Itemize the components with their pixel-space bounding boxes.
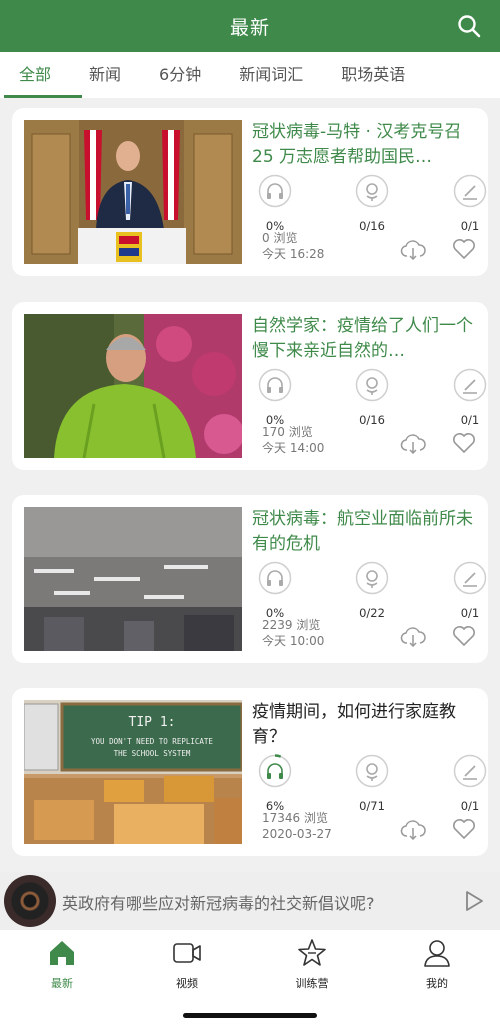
article-meta: 170 浏览 今天 14:00 — [262, 424, 324, 456]
tab-6-minute[interactable]: 6分钟 — [140, 52, 220, 98]
now-playing-title[interactable]: 英政府有哪些应对新冠病毒的社交新倡议呢? — [62, 890, 375, 914]
article-stats: 0% 0/16 0/1 — [252, 174, 487, 234]
tab-all[interactable]: 全部 — [0, 52, 83, 98]
article-title[interactable]: 疫情期间，如何进行家庭教育？ — [252, 700, 478, 750]
heart-icon[interactable] — [452, 432, 476, 454]
search-icon[interactable] — [456, 13, 482, 39]
top-bar: 最新 — [0, 0, 500, 52]
thumb-chalk-title: TIP 1: — [129, 715, 176, 730]
listen-stat[interactable]: 0% — [245, 368, 305, 427]
view-count: 17346 浏览 — [262, 811, 328, 825]
article-meta: 2239 浏览 今天 10:00 — [262, 617, 324, 649]
star-icon — [298, 939, 326, 966]
nav-label: 最新 — [51, 977, 73, 990]
quiz-progress: 0/1 — [460, 799, 480, 813]
person-icon — [424, 940, 450, 967]
page-title: 最新 — [229, 16, 270, 39]
article-stats: 0% 0/22 0/1 — [252, 561, 487, 621]
tab-news[interactable]: 新闻 — [70, 52, 140, 98]
article-thumbnail — [24, 314, 242, 458]
view-count: 0 浏览 — [262, 231, 298, 245]
headphones-icon — [258, 754, 292, 788]
thumb-chalk-line: YOU DON'T NEED TO REPLICATE — [91, 737, 213, 746]
speak-progress: 0/71 — [359, 799, 385, 813]
tab-workplace-english[interactable]: 职场英语 — [322, 52, 424, 98]
nav-label: 视频 — [176, 977, 198, 990]
quiz-pen-icon — [453, 754, 487, 788]
nav-video[interactable]: 视频 — [137, 938, 237, 991]
nav-label: 训练营 — [295, 977, 329, 990]
nav-latest[interactable]: 最新 — [12, 938, 112, 991]
quiz-progress: 0/1 — [460, 606, 480, 620]
quiz-pen-icon — [453, 368, 487, 402]
nav-training-camp[interactable]: 训练营 — [262, 938, 362, 991]
quiz-pen-icon — [453, 174, 487, 208]
article-card[interactable]: 冠状病毒：航空业面临前所未有的危机 0% 0/22 0/1 2239 浏览 今天… — [12, 495, 488, 663]
article-thumbnail: TIP 1: YOU DON'T NEED TO REPLICATE THE S… — [24, 700, 242, 844]
category-tabs: 全部 新闻 6分钟 新闻词汇 职场英语 — [0, 52, 500, 98]
quiz-stat[interactable]: 0/1 — [440, 174, 500, 233]
article-card[interactable]: 自然学家：疫情给了人们一个慢下来亲近自然的… 0% 0/16 0/1 170 浏… — [12, 302, 488, 470]
speaking-icon — [355, 174, 389, 208]
heart-icon[interactable] — [452, 818, 476, 840]
download-icon[interactable] — [400, 240, 426, 260]
album-disc[interactable] — [4, 875, 56, 927]
home-indicator[interactable] — [183, 1013, 317, 1018]
download-icon[interactable] — [400, 820, 426, 840]
speaking-icon — [355, 561, 389, 595]
quiz-stat[interactable]: 0/1 — [440, 368, 500, 427]
video-icon — [173, 943, 201, 963]
tab-news-vocab[interactable]: 新闻词汇 — [220, 52, 322, 98]
quiz-stat[interactable]: 0/1 — [440, 754, 500, 813]
heart-icon[interactable] — [452, 625, 476, 647]
article-meta: 0 浏览 今天 16:28 — [262, 230, 324, 262]
speaking-icon — [355, 368, 389, 402]
listen-stat[interactable]: 0% — [245, 561, 305, 620]
article-stats: 0% 0/16 0/1 — [252, 368, 487, 428]
article-title[interactable]: 冠状病毒：航空业面临前所未有的危机 — [252, 507, 478, 557]
publish-date: 今天 14:00 — [262, 441, 325, 455]
quiz-progress: 0/1 — [460, 219, 480, 233]
article-title[interactable]: 自然学家：疫情给了人们一个慢下来亲近自然的… — [252, 314, 478, 364]
article-stats: 6% 0/71 0/1 — [252, 754, 487, 814]
article-thumbnail — [24, 507, 242, 651]
mini-player[interactable]: 英政府有哪些应对新冠病毒的社交新倡议呢? — [0, 872, 500, 930]
quiz-stat[interactable]: 0/1 — [440, 561, 500, 620]
listen-stat[interactable]: 0% — [245, 174, 305, 233]
publish-date: 今天 10:00 — [262, 634, 325, 648]
view-count: 2239 浏览 — [262, 618, 321, 632]
article-title[interactable]: 冠状病毒-马特 · 汉考克号召 25 万志愿者帮助国民… — [252, 120, 478, 170]
thumb-chalk-line: THE SCHOOL SYSTEM — [114, 749, 191, 758]
article-meta: 17346 浏览 2020-03-27 — [262, 810, 332, 842]
speak-progress: 0/16 — [359, 413, 385, 427]
headphones-icon — [258, 174, 292, 208]
article-thumbnail — [24, 120, 242, 264]
article-card[interactable]: 冠状病毒-马特 · 汉考克号召 25 万志愿者帮助国民… 0% 0/16 0/1… — [12, 108, 488, 276]
nav-label: 我的 — [426, 977, 448, 990]
quiz-progress: 0/1 — [460, 413, 480, 427]
publish-date: 2020-03-27 — [262, 827, 332, 841]
play-icon[interactable] — [464, 890, 484, 912]
speak-stat[interactable]: 0/71 — [342, 754, 402, 813]
speak-stat[interactable]: 0/16 — [342, 368, 402, 427]
headphones-icon — [258, 561, 292, 595]
download-icon[interactable] — [400, 627, 426, 647]
quiz-pen-icon — [453, 561, 487, 595]
speak-progress: 0/22 — [359, 606, 385, 620]
publish-date: 今天 16:28 — [262, 247, 325, 261]
speaking-icon — [355, 754, 389, 788]
nav-me[interactable]: 我的 — [387, 938, 487, 991]
speak-stat[interactable]: 0/16 — [342, 174, 402, 233]
speak-progress: 0/16 — [359, 219, 385, 233]
heart-icon[interactable] — [452, 238, 476, 260]
download-icon[interactable] — [400, 434, 426, 454]
listen-stat[interactable]: 6% — [245, 754, 305, 813]
view-count: 170 浏览 — [262, 425, 313, 439]
home-icon — [50, 941, 74, 965]
article-card[interactable]: TIP 1: YOU DON'T NEED TO REPLICATE THE S… — [12, 688, 488, 856]
headphones-icon — [258, 368, 292, 402]
speak-stat[interactable]: 0/22 — [342, 561, 402, 620]
